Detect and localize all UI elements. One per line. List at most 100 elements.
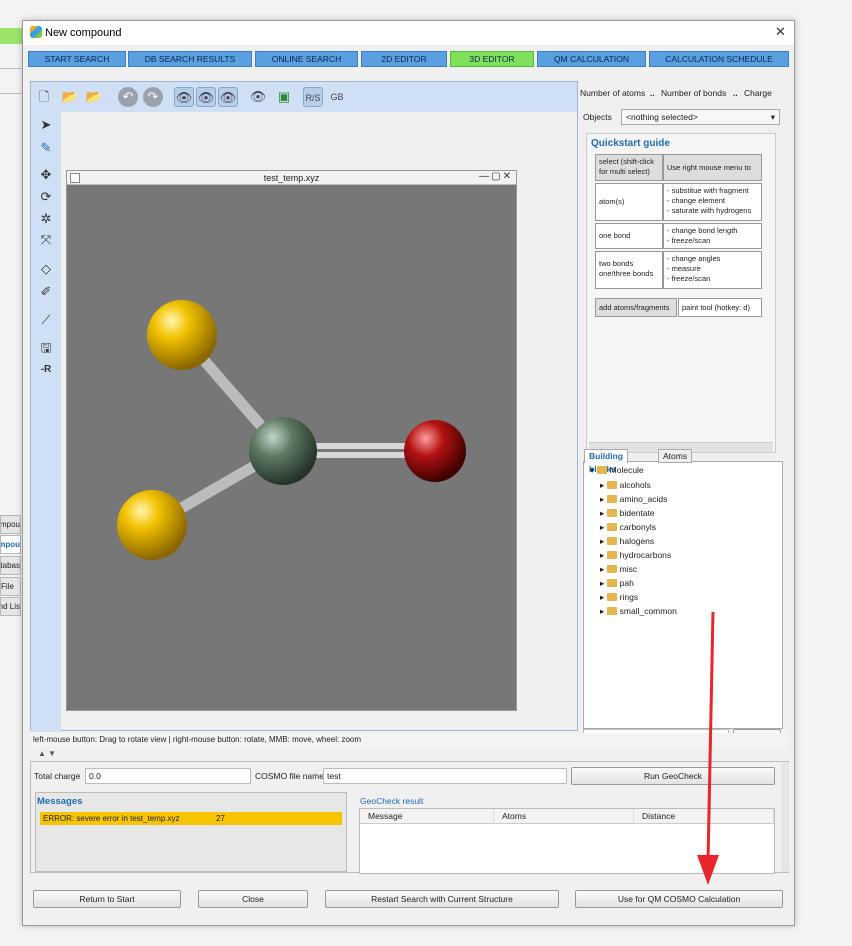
- tree-root[interactable]: ▾ Molecule: [590, 465, 644, 476]
- redo-icon[interactable]: ↷: [143, 87, 163, 107]
- bond-tool-icon[interactable]: ⟋: [36, 310, 56, 330]
- tree-item[interactable]: ▸ rings: [600, 592, 638, 603]
- cosmo-file-input[interactable]: test: [323, 768, 567, 784]
- tree-item[interactable]: ▸ small_common: [600, 606, 677, 617]
- tree-item[interactable]: ▸ misc: [600, 564, 637, 575]
- tab-calculation-schedule[interactable]: CALCULATION SCHEDULE: [649, 51, 789, 67]
- properties-tabs: Number of atoms .. Number of bonds .. Ch…: [578, 85, 789, 101]
- move-icon[interactable]: ✥: [36, 165, 56, 185]
- restart-search-button[interactable]: Restart Search with Current Structure: [325, 890, 559, 908]
- open-folder-icon[interactable]: 📂: [60, 87, 80, 107]
- chevron-down-icon: ▾: [770, 112, 775, 122]
- edit-bond-icon[interactable]: ✐: [36, 282, 56, 302]
- objects-row: Objects <nothing selected> ▾: [583, 109, 783, 127]
- undo-icon[interactable]: ↶: [118, 87, 138, 107]
- qs-cell: Use right mouse menu to: [663, 154, 762, 181]
- background-tab[interactable]: ompou: [0, 535, 21, 554]
- measure-icon[interactable]: ◇: [36, 259, 56, 279]
- fit-zoom-icon[interactable]: ⤧: [36, 230, 56, 250]
- tab-number-of-atoms[interactable]: Number of atoms: [580, 85, 645, 101]
- background-tab[interactable]: tabas: [0, 556, 21, 575]
- tree-item[interactable]: ▸ bidentate: [600, 508, 655, 519]
- splitter-arrows-icon[interactable]: ▲ ▼: [38, 749, 56, 758]
- folder-icon: [606, 593, 617, 601]
- column-header-atoms[interactable]: Atoms: [494, 809, 634, 824]
- tab-start-search[interactable]: START SEARCH: [28, 51, 126, 67]
- atom-sulfur[interactable]: [147, 300, 217, 370]
- status-bar: left-mouse button: Drag to rotate view |…: [30, 733, 789, 747]
- tree-item[interactable]: ▸ alcohols: [600, 480, 651, 491]
- total-charge-label: Total charge: [34, 771, 81, 781]
- column-header-message[interactable]: Message: [360, 809, 494, 824]
- background-tab[interactable]: File: [0, 577, 21, 596]
- error-message[interactable]: ERROR: severe error in test_temp.xyz 27: [40, 812, 342, 825]
- objects-label: Objects: [583, 112, 612, 122]
- tab-charge[interactable]: Charge: [744, 85, 772, 101]
- remove-r-icon[interactable]: -R: [36, 360, 56, 380]
- tab-2d-editor[interactable]: 2D EDITOR: [361, 51, 447, 67]
- geocheck-table: Message Atoms Distance: [359, 808, 775, 874]
- main-tab-bar: START SEARCH DB SEARCH RESULTS ONLINE SE…: [28, 51, 789, 69]
- tab-atoms[interactable]: Atoms: [658, 449, 693, 463]
- use-for-qm-cosmo-button[interactable]: Use for QM COSMO Calculation: [575, 890, 783, 908]
- tree-item[interactable]: ▸ halogens: [600, 536, 654, 547]
- close-icon[interactable]: ✕: [775, 24, 786, 40]
- folder-icon: [606, 551, 617, 559]
- open-recent-icon[interactable]: 📂: [84, 87, 104, 107]
- atom-oxygen[interactable]: [404, 420, 466, 482]
- background-tab[interactable]: ompou: [0, 515, 21, 534]
- molecule-3d-view[interactable]: [67, 185, 516, 710]
- tab-online-search[interactable]: ONLINE SEARCH: [255, 51, 358, 67]
- objects-select[interactable]: <nothing selected> ▾: [621, 109, 780, 125]
- tab-separator: ..: [733, 88, 738, 98]
- editor-pane: 🗋 📂 📂 ↶ ↷ 👁 👁 👁 👁 ▣ R/S GB ➤ ✎ ✥ ⟳ ✲ ⤧ ◇…: [30, 81, 578, 732]
- tab-number-of-bonds[interactable]: Number of bonds: [661, 85, 726, 101]
- close-button[interactable]: Close: [198, 890, 308, 908]
- column-header-distance[interactable]: Distance: [634, 809, 774, 824]
- background-divider: [0, 93, 22, 94]
- qs-cell: - change bond length - freeze/scan: [663, 223, 762, 249]
- view-stick-icon[interactable]: 👁: [196, 87, 216, 107]
- tree-item[interactable]: ▸ hydrocarbons: [600, 550, 671, 561]
- rotate-icon[interactable]: ⟳: [36, 187, 56, 207]
- vertical-toolbar: ➤ ✎ ✥ ⟳ ✲ ⤧ ◇ ✐ ⟋ 🖫 -R: [31, 112, 61, 732]
- view-hide-icon[interactable]: 👁: [248, 87, 268, 107]
- editor-toolbar: 🗋 📂 📂 ↶ ↷ 👁 👁 👁 👁 ▣ R/S GB: [31, 82, 577, 112]
- title-bar: New compound ✕: [23, 21, 794, 45]
- tree-item[interactable]: ▸ amino_acids: [600, 494, 667, 505]
- return-to-start-button[interactable]: Return to Start: [33, 890, 181, 908]
- view-labels-icon[interactable]: 👁: [218, 87, 238, 107]
- rs-button[interactable]: R/S: [303, 87, 323, 107]
- molecule-svg[interactable]: [67, 185, 516, 710]
- view-ball-stick-icon[interactable]: 👁: [174, 87, 194, 107]
- viewer-checkbox[interactable]: [70, 173, 80, 183]
- new-file-icon[interactable]: 🗋: [34, 87, 54, 107]
- qs-cell: paint tool (hotkey: d): [678, 298, 762, 317]
- properties-pane: Number of atoms .. Number of bonds .. Ch…: [578, 81, 789, 745]
- background-tab[interactable]: nd Lis: [0, 597, 21, 616]
- folder-icon: [606, 481, 617, 489]
- tab-3d-editor[interactable]: 3D EDITOR: [450, 51, 534, 67]
- background-green-tab: [0, 28, 22, 44]
- viewer-window-controls[interactable]: —▢✕: [479, 171, 513, 182]
- rotate-fragment-icon[interactable]: ✲: [36, 209, 56, 229]
- tab-building-blocks[interactable]: Building blocks: [584, 449, 628, 474]
- qs-cell: atom(s): [595, 183, 663, 221]
- messages-title: Messages: [37, 796, 83, 807]
- gb-button[interactable]: GB: [327, 87, 347, 107]
- tree-item[interactable]: ▸ pah: [600, 578, 634, 589]
- tab-db-search-results[interactable]: DB SEARCH RESULTS: [128, 51, 252, 67]
- run-geocheck-button[interactable]: Run GeoCheck: [571, 767, 775, 785]
- save-structure-icon[interactable]: 🖫: [36, 338, 56, 358]
- bottom-pane: Total charge 0.0 COSMO file name test Ru…: [30, 761, 789, 874]
- total-charge-input[interactable]: 0.0: [85, 768, 251, 784]
- atom-sulfur[interactable]: [117, 490, 187, 560]
- paint-pencil-icon[interactable]: ✎: [36, 138, 56, 158]
- tree-item[interactable]: ▸ carbonyls: [600, 522, 656, 533]
- tab-qm-calculation[interactable]: QM CALCULATION: [537, 51, 646, 67]
- select-pointer-icon[interactable]: ➤: [36, 115, 56, 135]
- bottom-vscroll[interactable]: [781, 763, 789, 871]
- atom-carbon[interactable]: [249, 417, 317, 485]
- app-icon: [30, 26, 42, 38]
- screenshot-camera-icon[interactable]: ▣: [274, 87, 294, 107]
